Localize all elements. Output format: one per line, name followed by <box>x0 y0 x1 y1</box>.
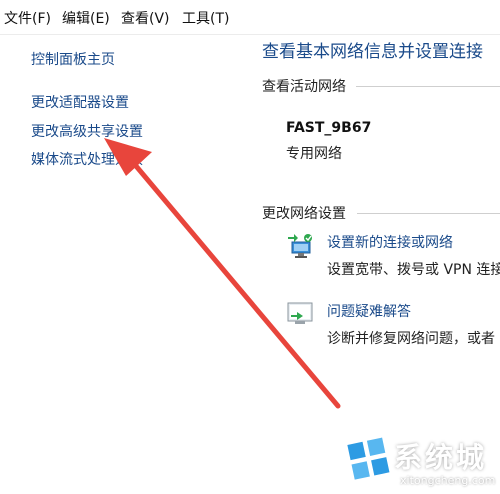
section-divider <box>356 86 500 87</box>
active-networks-heading: 查看活动网络 <box>262 79 346 95</box>
troubleshoot-desc: 诊断并修复网络问题，或者 <box>327 331 495 347</box>
network-name: FAST_9B67 <box>286 120 372 136</box>
windows-logo-icon <box>345 435 392 482</box>
menu-view[interactable]: 查看(V) <box>121 8 170 28</box>
setup-new-connection-link[interactable]: 设置新的连接或网络 <box>327 232 453 252</box>
watermark: 系统城 xitongcheng.com <box>340 428 500 494</box>
control-panel-home-link[interactable]: 控制面板主页 <box>31 49 115 69</box>
section-divider <box>357 213 500 214</box>
setup-new-connection-desc: 设置宽带、拨号或 VPN 连接 <box>327 262 500 278</box>
change-adapter-settings-link[interactable]: 更改适配器设置 <box>31 92 129 112</box>
watermark-url: xitongcheng.com <box>400 474 496 487</box>
left-navigation-panel: 控制面板主页 更改适配器设置 更改高级共享设置 媒体流式处理选项 <box>0 35 250 494</box>
menu-tools[interactable]: 工具(T) <box>182 8 229 28</box>
change-advanced-sharing-link[interactable]: 更改高级共享设置 <box>31 121 143 141</box>
menu-edit[interactable]: 编辑(E) <box>62 8 110 28</box>
troubleshoot-icon[interactable] <box>286 299 314 327</box>
troubleshoot-link[interactable]: 问题疑难解答 <box>327 301 411 321</box>
change-settings-heading: 更改网络设置 <box>262 206 346 222</box>
page-title: 查看基本网络信息并设置连接 <box>262 42 483 62</box>
menu-file[interactable]: 文件(F) <box>4 8 51 28</box>
network-type: 专用网络 <box>286 146 342 162</box>
watermark-text: 系统城 <box>394 441 488 474</box>
media-streaming-options-link[interactable]: 媒体流式处理选项 <box>31 149 143 169</box>
network-setup-icon[interactable] <box>286 231 314 259</box>
main-content: 查看基本网络信息并设置连接 查看活动网络 FAST_9B67 专用网络 更改网络… <box>250 35 500 494</box>
menu-bar: 文件(F) 编辑(E) 查看(V) 工具(T) <box>0 0 500 35</box>
